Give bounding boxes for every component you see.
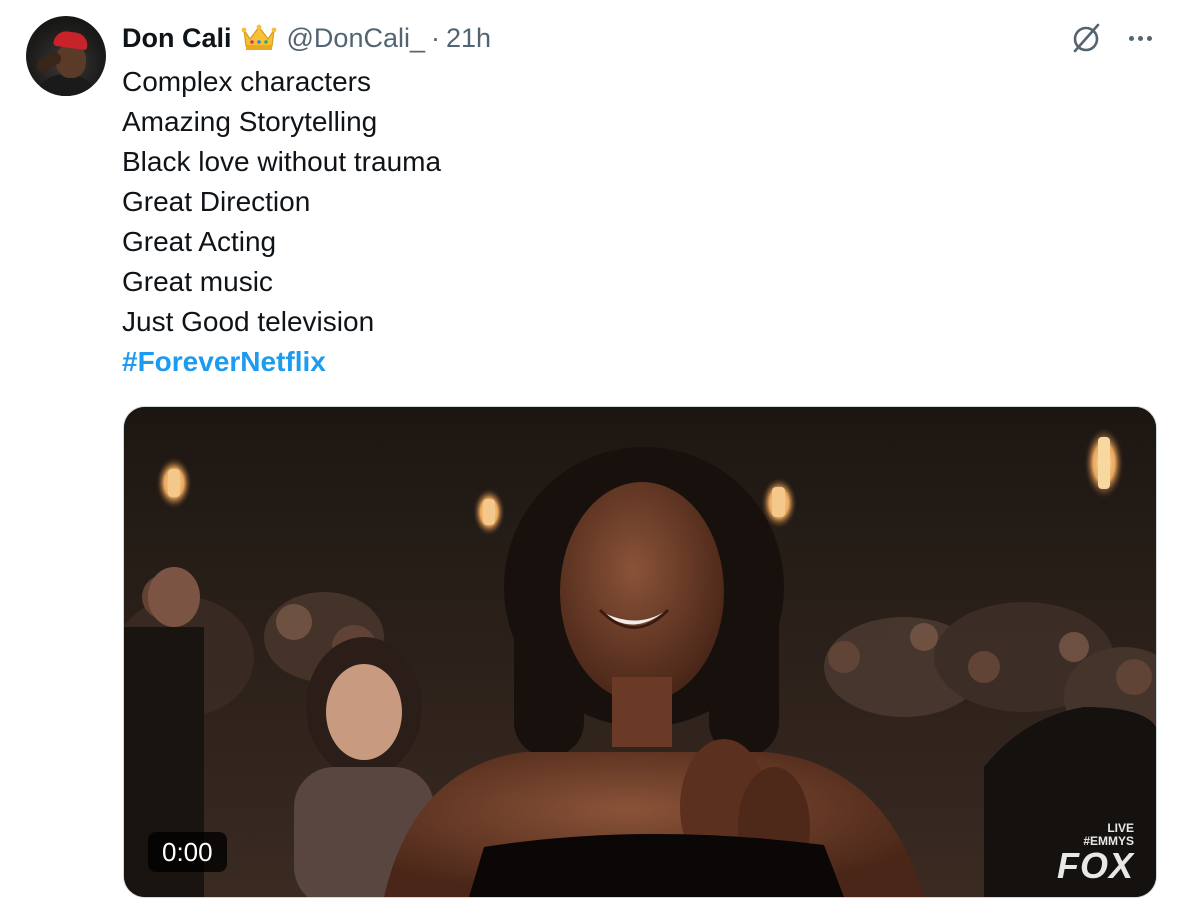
grok-icon[interactable] — [1068, 20, 1104, 56]
tweet-line: Great music — [122, 266, 273, 297]
tweet-line: Great Acting — [122, 226, 277, 257]
video-frame — [124, 407, 1156, 897]
video-player[interactable]: 0:00 LIVE #EMMYS FOX — [123, 406, 1157, 898]
avatar[interactable] — [26, 16, 106, 96]
video-timestamp: 0:00 — [148, 832, 227, 872]
author-name[interactable]: Don Cali — [122, 23, 232, 54]
crown-emoji-icon — [241, 24, 276, 50]
more-dot-icon — [1137, 35, 1143, 41]
more-dot-icon — [1128, 35, 1134, 41]
tweet-line: Amazing Storytelling — [122, 106, 378, 137]
tweet-header: Don Cali @DonCali_ · 21h — [122, 20, 491, 56]
tweet-line: Black love without trauma — [122, 146, 442, 177]
author-handle[interactable]: @DonCali_ — [287, 23, 425, 54]
tweet-text: Complex characters Amazing Storytelling … — [122, 62, 441, 382]
broadcast-watermark: LIVE #EMMYS FOX — [1024, 822, 1134, 884]
avatar-cap — [53, 29, 89, 51]
more-options-icon[interactable] — [1120, 20, 1160, 56]
tweet-line: Complex characters — [122, 66, 371, 97]
watermark-brand: FOX — [1056, 845, 1134, 886]
tweet-timestamp[interactable]: 21h — [446, 23, 491, 54]
tweet-line: Just Good television — [122, 306, 375, 337]
separator-dot: · — [430, 22, 440, 53]
more-dot-icon — [1146, 35, 1152, 41]
tweet-line: Great Direction — [122, 186, 311, 217]
hashtag-link[interactable]: #ForeverNetflix — [122, 342, 441, 382]
